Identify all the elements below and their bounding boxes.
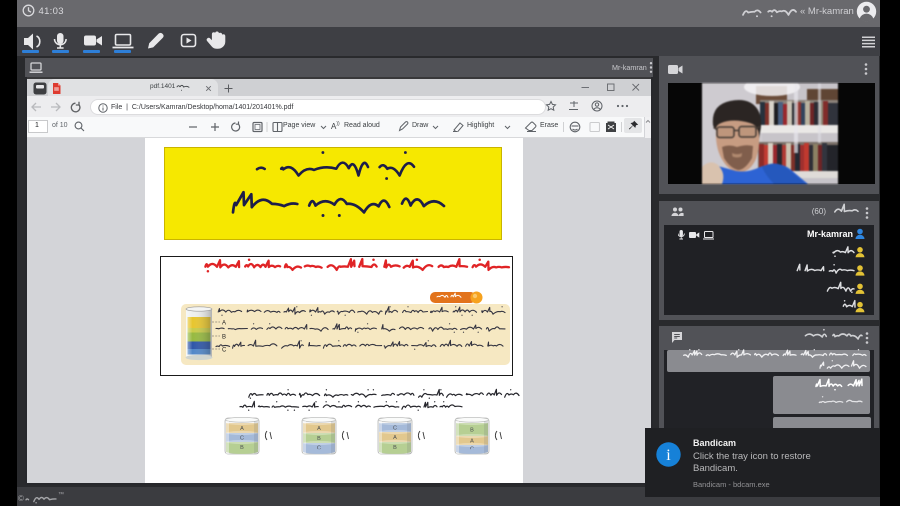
svg-text:C: C: [222, 348, 227, 354]
svg-text:B: B: [222, 335, 226, 341]
svg-text:A: A: [222, 321, 226, 327]
svg-text:i: i: [666, 447, 671, 464]
svg-text:B: B: [470, 428, 474, 434]
